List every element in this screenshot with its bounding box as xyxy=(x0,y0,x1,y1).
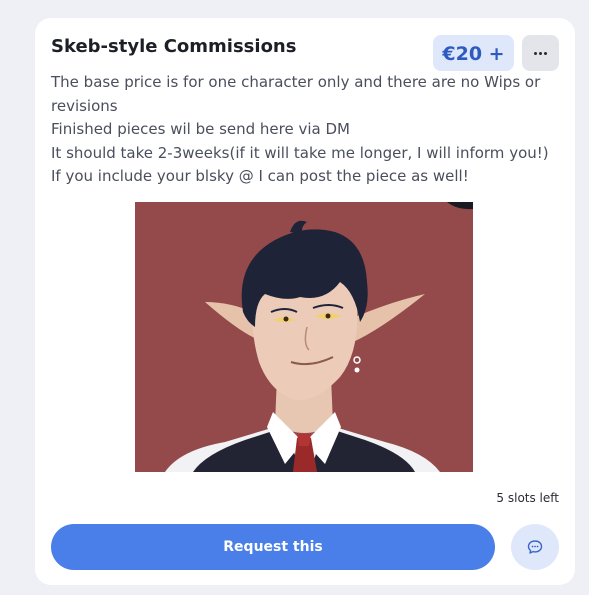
request-button[interactable]: Request this xyxy=(51,524,495,570)
description-line: The base price is for one character only… xyxy=(51,73,541,115)
commission-description: The base price is for one character only… xyxy=(51,71,551,189)
commission-title: Skeb-style Commissions xyxy=(51,36,297,57)
commission-card: Skeb-style Commissions €20 + The base pr… xyxy=(35,18,575,585)
elf-portrait-illustration xyxy=(135,202,473,472)
more-horizontal-icon xyxy=(534,51,547,55)
description-line: It should take 2-3weeks(if it will take … xyxy=(51,143,549,162)
description-line: Finished pieces wil be send here via DM xyxy=(51,120,350,138)
chat-bubble-icon xyxy=(527,540,543,554)
more-options-button[interactable] xyxy=(522,35,559,71)
commission-sample-image[interactable] xyxy=(135,202,473,472)
price-badge: €20 + xyxy=(433,35,514,71)
description-line: If you include your blsky @ I can post t… xyxy=(51,167,469,185)
slots-remaining: 5 slots left xyxy=(496,491,559,505)
message-button[interactable] xyxy=(511,524,559,570)
